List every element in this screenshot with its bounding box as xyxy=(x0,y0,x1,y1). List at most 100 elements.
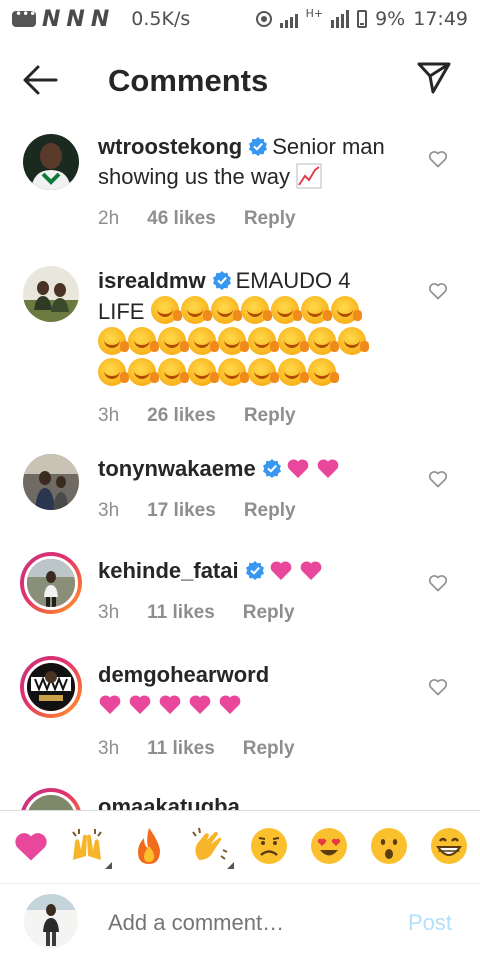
comment-likes[interactable]: 11 likes xyxy=(147,598,215,628)
comment-time: 3h xyxy=(98,405,120,426)
arrow-left-icon[interactable] xyxy=(20,60,60,100)
hot-face-emoji xyxy=(218,327,249,355)
grinning-face-emoji[interactable] xyxy=(428,825,470,867)
pink-heart-emoji xyxy=(300,561,321,580)
verified-badge-icon xyxy=(262,459,281,478)
pink-heart-emoji xyxy=(129,695,151,714)
verified-badge-icon xyxy=(245,561,264,580)
quick-emoji-bar xyxy=(0,810,480,884)
comment-text: Senior man xyxy=(272,134,385,159)
hotspot-icon xyxy=(255,11,272,27)
avatar-story-ring[interactable] xyxy=(20,788,82,810)
hot-face-emoji xyxy=(98,327,129,355)
heart-eyes-emoji[interactable] xyxy=(308,825,350,867)
avatar[interactable] xyxy=(23,266,79,322)
reply-button[interactable]: Reply xyxy=(244,401,296,431)
comment-likes[interactable]: 11 likes xyxy=(147,734,215,764)
pink-heart-emoji xyxy=(317,459,339,478)
hot-face-emoji xyxy=(98,358,129,386)
reply-button[interactable]: Reply xyxy=(243,734,295,764)
reply-button[interactable]: Reply xyxy=(244,496,296,526)
hot-face-emoji xyxy=(308,327,339,355)
heart-outline-icon[interactable] xyxy=(428,282,448,300)
clock: 17:49 xyxy=(413,8,468,30)
avatar-story-ring[interactable] xyxy=(20,656,82,718)
comment-likes[interactable]: 46 likes xyxy=(147,204,216,234)
hot-face-emoji xyxy=(240,296,272,324)
hot-face-emoji xyxy=(330,296,362,324)
hot-face-emoji xyxy=(300,296,332,324)
surprised-face-emoji[interactable] xyxy=(368,825,410,867)
avatar[interactable] xyxy=(23,134,79,190)
network-speed: 0.5K/s xyxy=(131,8,191,30)
comment-time: 3h xyxy=(98,500,120,521)
clapping-hands-emoji[interactable] xyxy=(188,825,234,869)
paper-plane-icon[interactable] xyxy=(416,60,452,96)
signal-icon xyxy=(331,10,350,28)
hot-face-emoji xyxy=(188,327,219,355)
page-title: Comments xyxy=(108,63,269,98)
notification-icon: N xyxy=(42,6,61,32)
hot-face-emoji xyxy=(308,358,339,386)
header: Comments xyxy=(0,38,480,122)
comment-item: omaakatugba xyxy=(0,788,480,810)
heart-outline-icon[interactable] xyxy=(428,574,448,592)
verified-badge-icon xyxy=(249,137,268,156)
hot-face-emoji xyxy=(180,296,212,324)
notification-icon: N xyxy=(90,6,110,32)
hot-face-emoji xyxy=(248,327,279,355)
comment-time: 3h xyxy=(98,738,120,759)
hot-face-emoji xyxy=(278,358,309,386)
comment-likes[interactable]: 17 likes xyxy=(147,496,216,526)
pink-heart-emoji xyxy=(287,459,309,478)
comment-username[interactable]: tonynwakaeme xyxy=(98,456,256,481)
chart-increasing-emoji xyxy=(296,163,322,189)
network-type: H+ xyxy=(305,6,324,20)
fire-emoji[interactable] xyxy=(128,825,170,867)
pink-heart-emoji xyxy=(189,695,211,714)
pink-heart-emoji xyxy=(219,695,241,714)
comment-username[interactable]: isrealdmw xyxy=(98,268,206,293)
avatar[interactable] xyxy=(23,454,79,510)
comment-username[interactable]: omaakatugba xyxy=(98,794,240,810)
avatar-story-ring[interactable] xyxy=(20,552,82,614)
notification-icon: N xyxy=(66,6,85,32)
heart-outline-icon[interactable] xyxy=(428,678,448,696)
skin-tone-indicator xyxy=(227,862,234,869)
status-bar: N N N 0.5K/s H+ 9% 17:49 xyxy=(0,0,480,38)
reply-button[interactable]: Reply xyxy=(243,598,295,628)
comment-username[interactable]: kehinde_fatai xyxy=(98,558,239,583)
hot-face-emoji xyxy=(188,358,219,386)
verified-badge-icon xyxy=(212,271,231,290)
reply-button[interactable]: Reply xyxy=(244,204,296,234)
hot-face-emoji xyxy=(158,327,189,355)
hot-face-emoji xyxy=(270,296,302,324)
pink-heart-emoji xyxy=(270,561,291,580)
sad-face-emoji[interactable] xyxy=(248,825,290,867)
signal-icon xyxy=(279,10,298,28)
comment-username[interactable]: wtroostekong xyxy=(98,134,242,159)
hot-face-emoji xyxy=(218,358,249,386)
hot-face-emoji xyxy=(150,296,182,324)
comment-input[interactable] xyxy=(108,910,388,936)
raising-hands-emoji[interactable] xyxy=(66,825,112,869)
pink-heart-emoji xyxy=(99,695,121,714)
hot-face-emoji xyxy=(248,358,279,386)
comment-username[interactable]: demgohearword xyxy=(98,662,269,687)
pink-heart-emoji xyxy=(159,695,181,714)
comment-time: 2h xyxy=(98,208,120,229)
my-avatar[interactable] xyxy=(24,894,78,948)
comment-text: showing us the way xyxy=(98,164,290,189)
comment-input-row: Post xyxy=(0,884,480,960)
skin-tone-indicator xyxy=(105,862,112,869)
hot-face-emoji xyxy=(158,358,189,386)
red-heart-emoji[interactable] xyxy=(10,825,52,867)
heart-outline-icon[interactable] xyxy=(428,470,448,488)
hot-face-emoji xyxy=(278,327,309,355)
comment-likes[interactable]: 26 likes xyxy=(147,401,216,431)
heart-outline-icon[interactable] xyxy=(428,150,448,168)
message-icon xyxy=(12,7,36,27)
hot-face-emoji xyxy=(128,358,159,386)
post-button[interactable]: Post xyxy=(408,910,452,936)
hot-face-emoji xyxy=(210,296,242,324)
